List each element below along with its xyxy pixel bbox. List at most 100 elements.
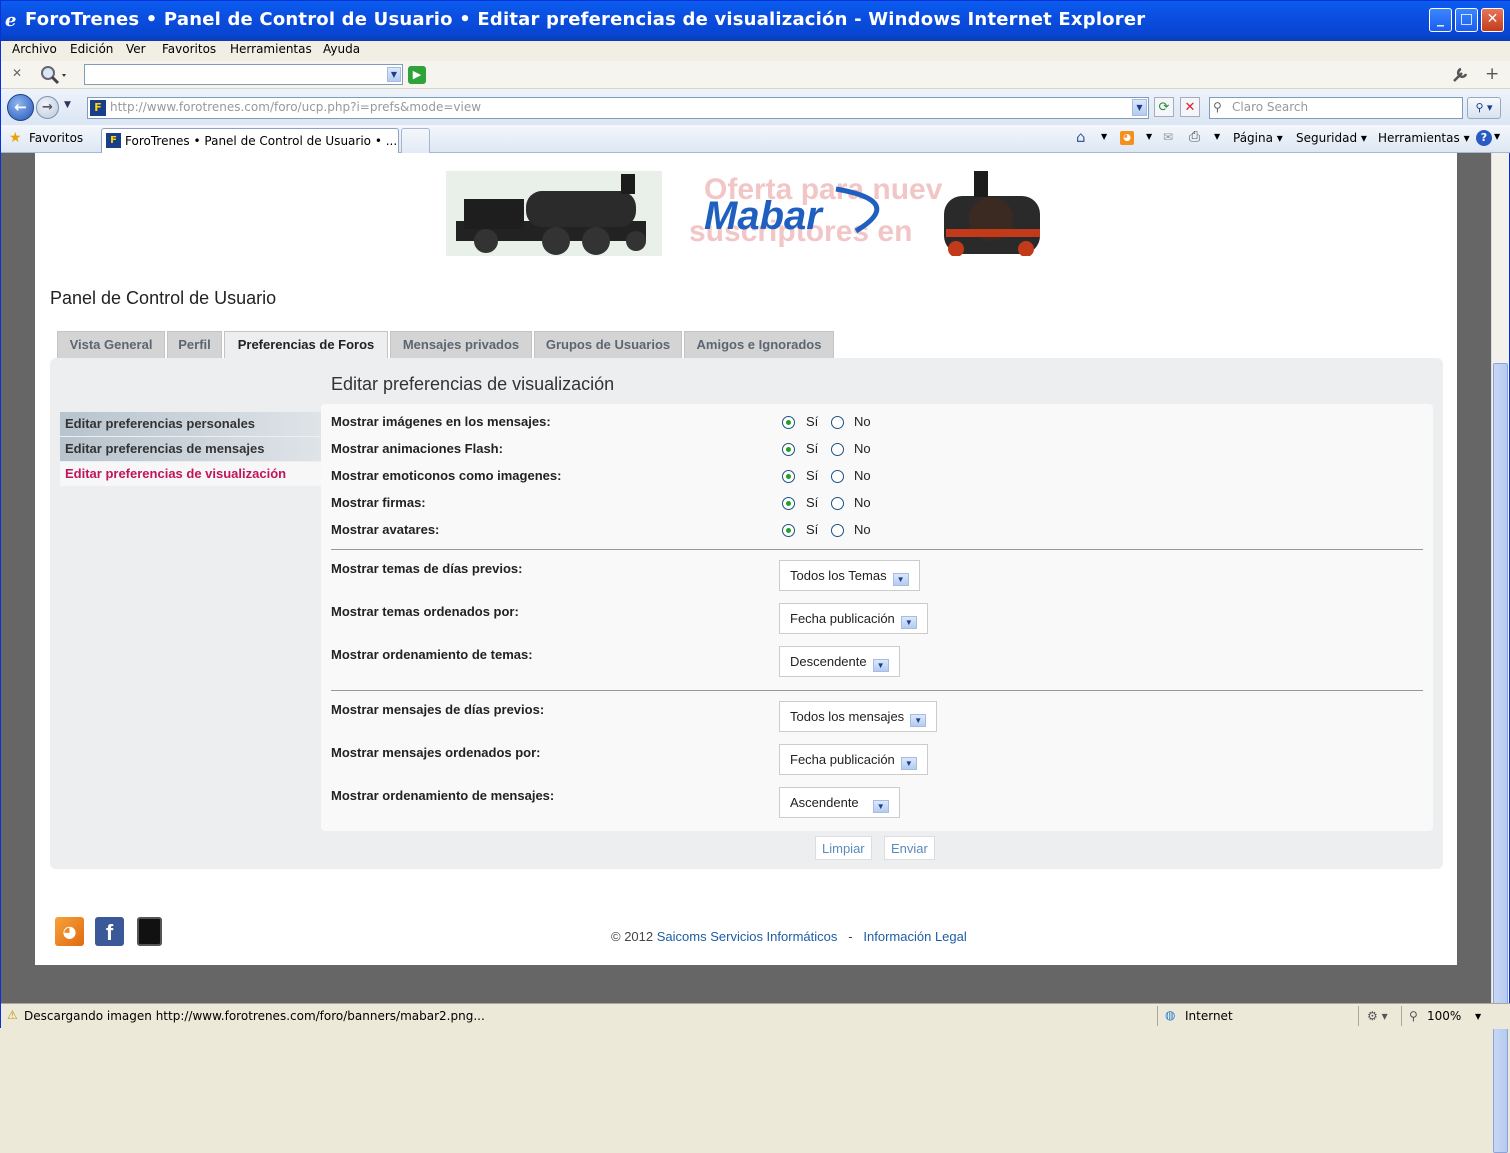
mail-icon[interactable]: ✉ (1163, 130, 1173, 144)
footer-copyright: © 2012 (611, 929, 654, 944)
facebook-icon[interactable]: f (95, 917, 124, 946)
select-mensajes-dias[interactable]: Todos los mensajes ▼ (779, 701, 938, 732)
radio-firmas-no[interactable] (831, 497, 844, 510)
menu-ayuda[interactable]: Ayuda (323, 42, 360, 56)
search-box-icon: ⚲ (1213, 100, 1222, 114)
tools-menu[interactable]: Herramientas ▾ (1378, 131, 1470, 145)
menu-bar: Archivo Edición Ver Favoritos Herramient… (1, 41, 1510, 61)
history-dropdown-icon[interactable]: ▼ (64, 100, 71, 110)
tab-grupos-usuarios[interactable]: Grupos de Usuarios (534, 331, 682, 358)
select-value: Fecha publicación (790, 611, 895, 626)
help-icon[interactable]: ? (1476, 130, 1492, 146)
rss-feed-icon[interactable]: ◕ (55, 917, 84, 946)
radio-emoticonos-si[interactable] (782, 470, 795, 483)
zoom-level[interactable]: 100% (1427, 1009, 1461, 1023)
url-input[interactable]: http://www.forotrenes.com/foro/ucp.php?i… (87, 97, 1149, 119)
reset-button[interactable]: Limpiar (815, 836, 872, 860)
menu-archivo[interactable]: Archivo (12, 42, 57, 56)
sidenav-item-mensajes[interactable]: Editar preferencias de mensajes (60, 437, 321, 461)
radio-firmas-si[interactable] (782, 497, 795, 510)
radio-label-no: No (854, 495, 871, 510)
footer-company-link[interactable]: Saicoms Servicios Informáticos (657, 929, 838, 944)
tab-perfil[interactable]: Perfil (167, 331, 222, 358)
radio-flash-si[interactable] (782, 443, 795, 456)
tab-vista-general[interactable]: Vista General (57, 331, 165, 358)
search-box[interactable]: Claro Search (1209, 97, 1463, 119)
chevron-down-icon: ▼ (872, 800, 889, 813)
menu-ver[interactable]: Ver (126, 42, 146, 56)
menu-herramientas[interactable]: Herramientas (230, 42, 312, 56)
rss-icon[interactable]: ◕ (1120, 131, 1134, 145)
stop-icon[interactable]: ✕ (1180, 97, 1200, 117)
search-go-icon[interactable]: ⚲ ▾ (1467, 97, 1501, 119)
home-dropdown-icon[interactable]: ▼ (1101, 132, 1107, 141)
print-dropdown-icon[interactable]: ▼ (1214, 132, 1220, 141)
select-mensajes-orden[interactable]: Fecha publicación ▼ (779, 744, 928, 775)
field-label-avatares: Mostrar avatares: (331, 522, 440, 537)
field-label-temas-dias: Mostrar temas de días previos: (331, 561, 523, 576)
forward-icon[interactable]: → (36, 96, 59, 119)
scrollbar-thumb[interactable] (1493, 363, 1508, 1153)
field-label-temas-ordenamiento: Mostrar ordenamiento de temas: (331, 647, 533, 662)
help-dropdown-icon[interactable]: ▼ (1494, 132, 1500, 141)
menu-edicion[interactable]: Edición (70, 42, 113, 56)
radio-label-si: Sí (806, 441, 819, 456)
submit-button[interactable]: Enviar (884, 836, 935, 860)
radio-flash-no[interactable] (831, 443, 844, 456)
close-button[interactable]: ✕ (1481, 8, 1504, 32)
tab-mensajes-privados[interactable]: Mensajes privados (390, 331, 532, 358)
select-temas-ordenamiento[interactable]: Descendente ▼ (779, 646, 900, 677)
url-dropdown-icon[interactable]: ▼ (1132, 99, 1147, 116)
tab-amigos-ignorados[interactable]: Amigos e Ignorados (684, 331, 834, 358)
chevron-down-icon: ▼ (900, 616, 917, 629)
tablet-icon[interactable] (137, 917, 162, 946)
sidenav-item-visualizacion[interactable]: Editar preferencias de visualización (60, 462, 321, 486)
rss-dropdown-icon[interactable]: ▼ (1146, 132, 1152, 141)
select-temas-orden[interactable]: Fecha publicación ▼ (779, 603, 928, 634)
protected-mode-icon[interactable]: ⚙ ▾ (1367, 1009, 1388, 1023)
chevron-down-icon[interactable]: ▼ (387, 67, 401, 82)
radio-imagenes-no[interactable] (831, 416, 844, 429)
print-icon[interactable]: ⎙ (1189, 129, 1200, 145)
radio-emoticonos-no[interactable] (831, 470, 844, 483)
browser-window: e ForoTrenes • Panel de Control de Usuar… (0, 0, 1510, 1153)
browser-tab[interactable]: F ForoTrenes • Panel de Control de Usuar… (101, 128, 399, 153)
minimize-button[interactable]: _ (1429, 8, 1452, 32)
back-icon[interactable]: ← (7, 94, 34, 121)
new-tab-button[interactable] (401, 128, 430, 153)
footer-legal-link[interactable]: Información Legal (863, 929, 966, 944)
favorites-button[interactable]: Favoritos (29, 131, 83, 145)
radio-avatares-si[interactable] (782, 524, 795, 537)
radio-label-si: Sí (806, 495, 819, 510)
search-icon[interactable] (38, 64, 68, 86)
select-mensajes-ordenamiento[interactable]: Ascendente ▼ (779, 787, 900, 818)
advertisement-banner[interactable]: Oferta para nuev suscriptores en Mabar (446, 171, 1046, 257)
home-icon[interactable]: ⌂ (1076, 128, 1086, 146)
go-icon[interactable]: ▶ (408, 66, 426, 84)
status-text: Descargando imagen http://www.forotrenes… (24, 1009, 485, 1023)
wrench-icon[interactable] (1451, 66, 1469, 84)
refresh-icon[interactable]: ⟳ (1154, 97, 1174, 117)
field-label-mensajes-orden: Mostrar mensajes ordenados por: (331, 745, 541, 760)
vertical-scrollbar[interactable] (1491, 153, 1509, 1153)
maximize-button[interactable]: □ (1455, 8, 1478, 32)
radio-label-no: No (854, 522, 871, 537)
zoom-icon: ⚲ (1409, 1009, 1418, 1023)
field-label-imagenes: Mostrar imágenes en los mensajes: (331, 414, 551, 429)
radio-label-no: No (854, 441, 871, 456)
search-toolbar: ✕ ▼ ▶ + (1, 61, 1510, 89)
tab-preferencias-foros[interactable]: Preferencias de Foros (224, 331, 388, 359)
sidenav-item-personales[interactable]: Editar preferencias personales (60, 412, 321, 436)
radio-imagenes-si[interactable] (782, 416, 795, 429)
zoom-dropdown-icon[interactable]: ▼ (1475, 1012, 1481, 1021)
add-icon[interactable]: + (1485, 64, 1499, 84)
toolbar-search-input[interactable] (84, 64, 403, 85)
page-menu[interactable]: Página ▾ (1233, 131, 1283, 145)
field-label-flash: Mostrar animaciones Flash: (331, 441, 503, 456)
menu-favoritos[interactable]: Favoritos (162, 42, 216, 56)
ie-logo-icon: e (5, 10, 17, 31)
select-temas-dias[interactable]: Todos los Temas ▼ (779, 560, 920, 591)
radio-avatares-no[interactable] (831, 524, 844, 537)
close-toolbar-icon[interactable]: ✕ (12, 66, 22, 80)
security-menu[interactable]: Seguridad ▾ (1296, 131, 1367, 145)
